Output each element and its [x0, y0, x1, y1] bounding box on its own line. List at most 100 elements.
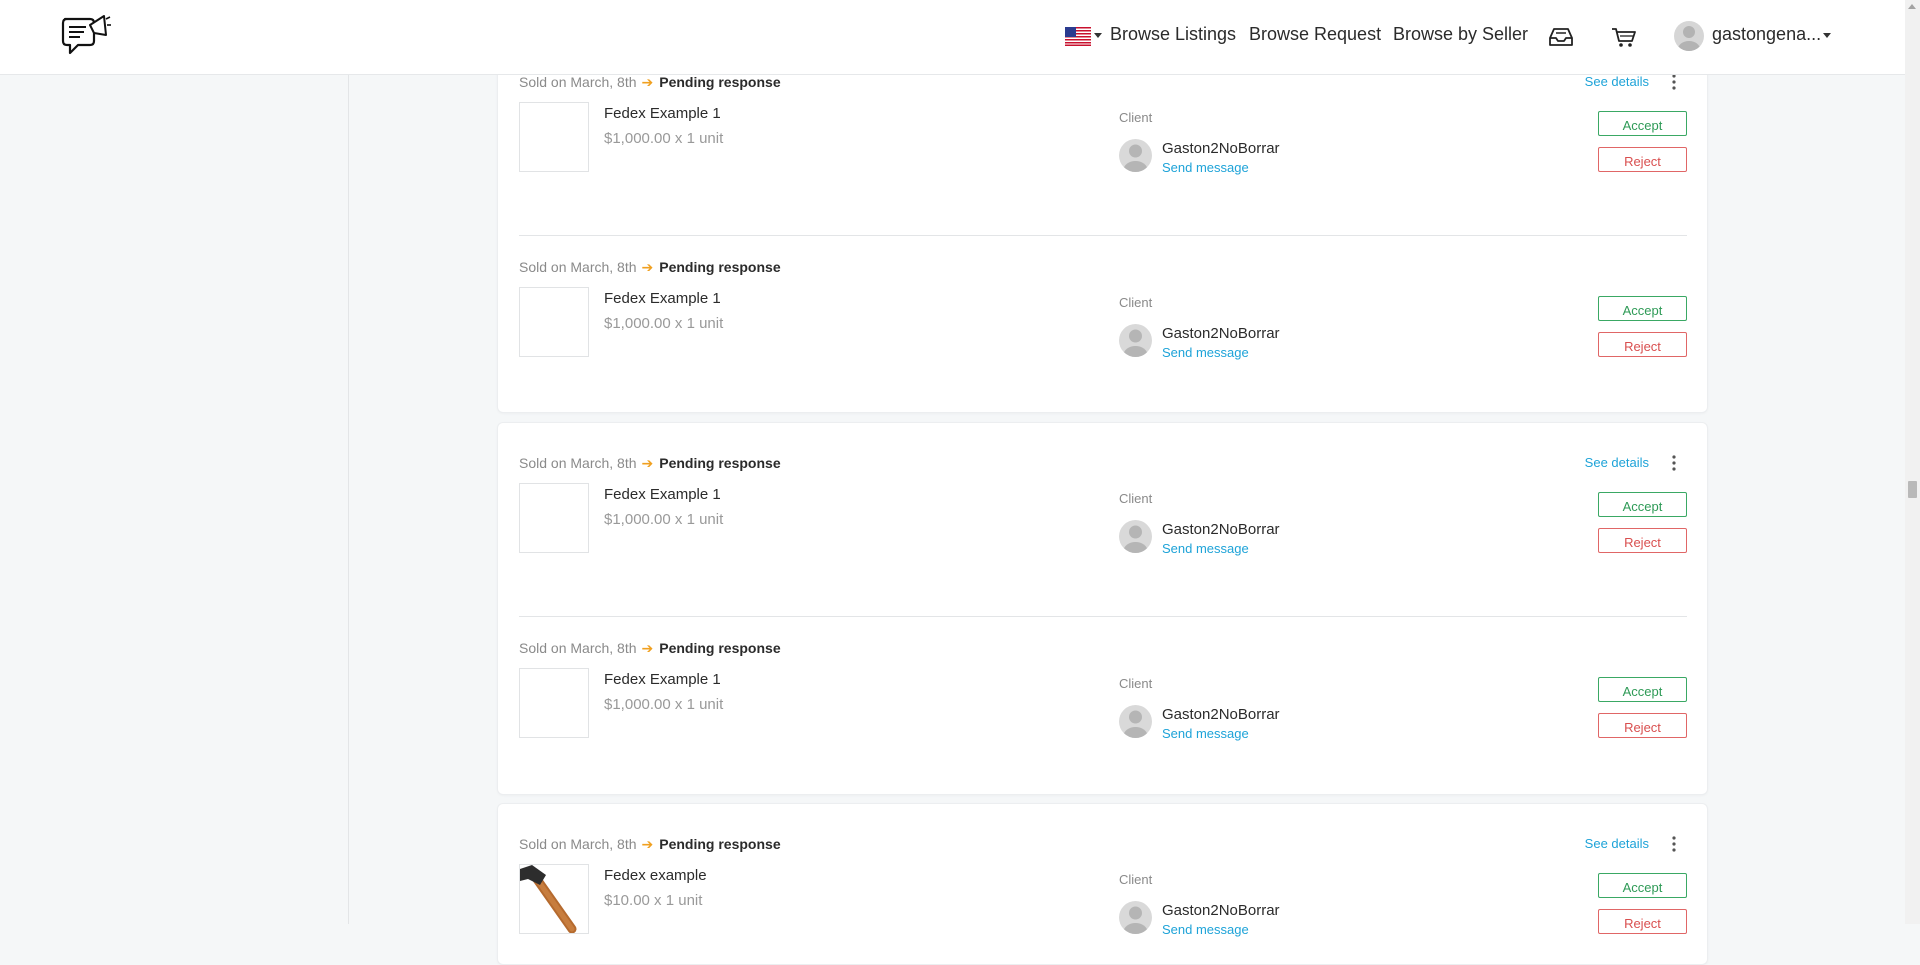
- product-thumbnail[interactable]: [519, 483, 589, 553]
- client-name[interactable]: Gaston2NoBorrar: [1162, 902, 1280, 919]
- accept-button[interactable]: Accept: [1598, 111, 1687, 136]
- vertical-scrollbar[interactable]: [1905, 0, 1920, 924]
- client-avatar: [1119, 705, 1152, 738]
- reject-button[interactable]: Reject: [1598, 713, 1687, 738]
- user-menu-caret-icon[interactable]: [1823, 33, 1831, 38]
- arrow-right-icon: ➔: [641, 836, 654, 852]
- reject-button[interactable]: Reject: [1598, 147, 1687, 172]
- order-status: Pending response: [659, 640, 781, 656]
- client-label: Client: [1119, 110, 1153, 125]
- scroll-up-arrow-icon[interactable]: [1908, 4, 1916, 9]
- order-item: Sold on March, 8th ➔ Pending response See …: [519, 835, 1687, 937]
- product-name[interactable]: Fedex Example 1: [604, 105, 721, 122]
- top-navbar: Browse Listings Browse Request Browse by…: [0, 0, 1905, 75]
- see-details-link[interactable]: See details: [1585, 455, 1649, 470]
- nav-browse-by-seller[interactable]: Browse by Seller: [1393, 24, 1528, 45]
- nav-browse-listings[interactable]: Browse Listings: [1110, 24, 1236, 45]
- product-thumbnail[interactable]: [519, 102, 589, 172]
- user-avatar[interactable]: [1674, 21, 1704, 51]
- sold-date: Sold on March, 8th: [519, 455, 637, 471]
- sold-date: Sold on March, 8th: [519, 74, 637, 90]
- scrollbar-thumb[interactable]: [1908, 481, 1917, 498]
- client-avatar: [1119, 520, 1152, 553]
- product-name[interactable]: Fedex Example 1: [604, 671, 721, 688]
- client-name[interactable]: Gaston2NoBorrar: [1162, 140, 1280, 157]
- us-flag-icon[interactable]: [1065, 27, 1091, 46]
- product-price: $1,000.00 x 1 unit: [604, 696, 724, 713]
- send-message-link[interactable]: Send message: [1162, 726, 1249, 741]
- logo-icon[interactable]: [60, 11, 112, 63]
- sidebar-divider: [348, 74, 349, 924]
- order-item: Sold on March, 8th ➔ Pending response See …: [519, 74, 1687, 184]
- cart-icon[interactable]: [1609, 22, 1639, 52]
- more-vertical-icon[interactable]: [1671, 835, 1677, 853]
- more-vertical-icon[interactable]: [1671, 454, 1677, 472]
- order-status-line: Sold on March, 8th ➔ Pending response: [519, 455, 781, 472]
- order-divider: [519, 235, 1687, 236]
- send-message-link[interactable]: Send message: [1162, 541, 1249, 556]
- order-status: Pending response: [659, 836, 781, 852]
- product-price: $1,000.00 x 1 unit: [604, 130, 724, 147]
- client-name[interactable]: Gaston2NoBorrar: [1162, 706, 1280, 723]
- arrow-right-icon: ➔: [641, 640, 654, 656]
- order-status-line: Sold on March, 8th ➔ Pending response: [519, 640, 781, 657]
- order-item: Sold on March, 8th ➔ Pending response Fede…: [519, 640, 1687, 750]
- order-status: Pending response: [659, 74, 781, 90]
- product-price: $1,000.00 x 1 unit: [604, 315, 724, 332]
- client-avatar: [1119, 139, 1152, 172]
- sold-date: Sold on March, 8th: [519, 640, 637, 656]
- client-name[interactable]: Gaston2NoBorrar: [1162, 521, 1280, 538]
- user-menu-name[interactable]: gastongena...: [1712, 24, 1821, 45]
- user-silhouette-icon: [1123, 906, 1148, 934]
- reject-button[interactable]: Reject: [1598, 332, 1687, 357]
- arrow-right-icon: ➔: [641, 259, 654, 275]
- user-silhouette-icon: [1678, 26, 1700, 51]
- send-message-link[interactable]: Send message: [1162, 345, 1249, 360]
- more-vertical-icon[interactable]: [1671, 73, 1677, 91]
- order-status-line: Sold on March, 8th ➔ Pending response: [519, 74, 781, 91]
- order-divider: [519, 616, 1687, 617]
- inbox-icon[interactable]: [1546, 22, 1576, 52]
- nav-browse-request[interactable]: Browse Request: [1249, 24, 1381, 45]
- accept-button[interactable]: Accept: [1598, 492, 1687, 517]
- product-price: $1,000.00 x 1 unit: [604, 511, 724, 528]
- product-thumbnail[interactable]: [519, 287, 589, 357]
- send-message-link[interactable]: Send message: [1162, 160, 1249, 175]
- client-avatar: [1119, 901, 1152, 934]
- client-label: Client: [1119, 295, 1153, 310]
- see-details-link[interactable]: See details: [1585, 74, 1649, 89]
- order-item: Sold on March, 8th ➔ Pending response Fede…: [519, 259, 1687, 369]
- client-label: Client: [1119, 491, 1153, 506]
- product-name[interactable]: Fedex example: [604, 867, 707, 884]
- user-silhouette-icon: [1123, 144, 1148, 172]
- accept-button[interactable]: Accept: [1598, 296, 1687, 321]
- order-status-line: Sold on March, 8th ➔ Pending response: [519, 836, 781, 853]
- order-status-line: Sold on March, 8th ➔ Pending response: [519, 259, 781, 276]
- send-message-link[interactable]: Send message: [1162, 922, 1249, 937]
- language-caret-icon[interactable]: [1094, 33, 1102, 38]
- reject-button[interactable]: Reject: [1598, 528, 1687, 553]
- client-label: Client: [1119, 676, 1153, 691]
- sold-date: Sold on March, 8th: [519, 836, 637, 852]
- product-name[interactable]: Fedex Example 1: [604, 290, 721, 307]
- accept-button[interactable]: Accept: [1598, 873, 1687, 898]
- user-silhouette-icon: [1123, 710, 1148, 738]
- client-label: Client: [1119, 872, 1153, 887]
- order-status: Pending response: [659, 455, 781, 471]
- accept-button[interactable]: Accept: [1598, 677, 1687, 702]
- arrow-right-icon: ➔: [641, 455, 654, 471]
- client-avatar: [1119, 324, 1152, 357]
- order-status: Pending response: [659, 259, 781, 275]
- sold-date: Sold on March, 8th: [519, 259, 637, 275]
- arrow-right-icon: ➔: [641, 74, 654, 90]
- user-silhouette-icon: [1123, 525, 1148, 553]
- client-name[interactable]: Gaston2NoBorrar: [1162, 325, 1280, 342]
- order-item: Sold on March, 8th ➔ Pending response See …: [519, 455, 1687, 565]
- see-details-link[interactable]: See details: [1585, 836, 1649, 851]
- product-price: $10.00 x 1 unit: [604, 892, 703, 909]
- hammer-icon: [520, 865, 577, 933]
- reject-button[interactable]: Reject: [1598, 909, 1687, 934]
- product-thumbnail[interactable]: [519, 668, 589, 738]
- product-name[interactable]: Fedex Example 1: [604, 486, 721, 503]
- user-silhouette-icon: [1123, 329, 1148, 357]
